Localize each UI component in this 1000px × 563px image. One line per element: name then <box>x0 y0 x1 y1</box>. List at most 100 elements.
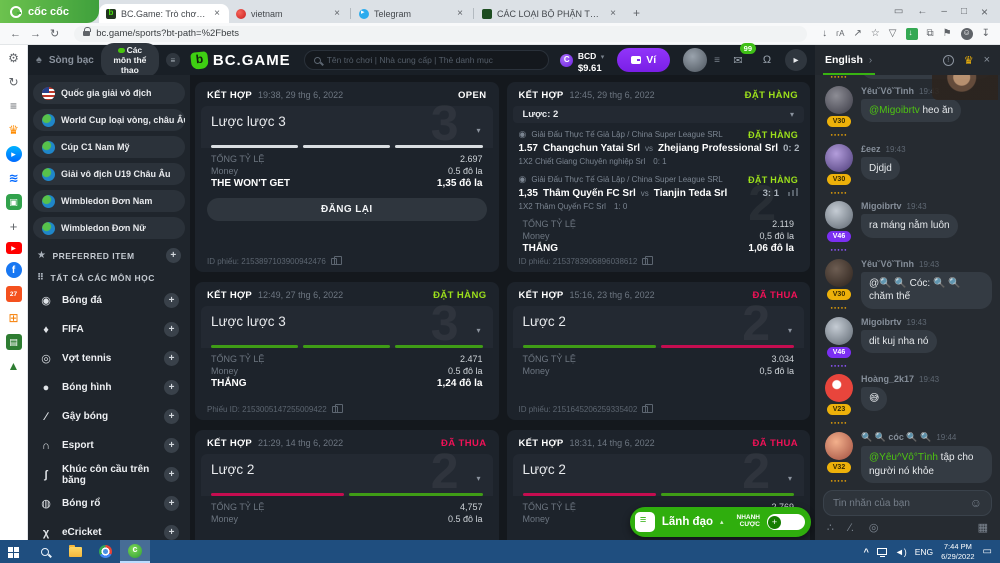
stats-icon[interactable] <box>788 188 798 196</box>
expand-sport-button[interactable] <box>164 322 179 337</box>
expand-caret-icon[interactable] <box>788 474 792 483</box>
translate-icon[interactable] <box>836 28 844 39</box>
leaderboard-widget[interactable]: Lãnh đạo NHANH CƯỢC <box>630 507 811 537</box>
wallet-button[interactable]: Ví <box>617 48 670 72</box>
sport-item[interactable]: Bóng đá <box>33 286 185 315</box>
chat-language-selector[interactable]: English <box>825 54 863 66</box>
copy-icon[interactable] <box>642 406 648 413</box>
league-item[interactable]: Giải vô địch U19 Châu Âu <box>33 163 185 185</box>
bet-summary-panel[interactable]: Lược lược 3 3 <box>201 106 493 148</box>
avatar[interactable] <box>825 201 853 229</box>
expand-sport-button[interactable] <box>164 293 179 308</box>
back-button[interactable] <box>10 28 21 40</box>
chrome-button[interactable] <box>90 540 120 563</box>
copy-icon[interactable] <box>332 406 338 413</box>
vip-progress-icon[interactable] <box>714 55 720 66</box>
profile-icon[interactable] <box>961 28 973 40</box>
tray-expand-icon[interactable] <box>864 547 869 557</box>
casino-tab[interactable]: Sòng bạc <box>49 55 94 66</box>
youtube-icon[interactable] <box>6 242 22 254</box>
close-window-button[interactable] <box>981 5 988 19</box>
url-box[interactable]: bc.game/sports?bt-path=%2Fbets <box>74 26 807 42</box>
preferred-section[interactable]: PREFERRED ITEM <box>37 248 181 263</box>
volume-icon[interactable] <box>895 547 907 557</box>
crown-icon[interactable] <box>6 122 22 138</box>
start-button[interactable] <box>0 540 30 563</box>
history-icon[interactable] <box>6 74 22 90</box>
reader-mode-icon[interactable] <box>894 6 903 17</box>
close-tab-icon[interactable]: × <box>212 8 222 19</box>
sport-item[interactable]: FIFA <box>33 315 185 344</box>
expand-sport-button[interactable] <box>164 525 179 540</box>
hamburger-menu-icon[interactable] <box>166 53 180 67</box>
tab-telegram[interactable]: Telegram × <box>352 4 472 23</box>
league-item[interactable]: World Cup loại vòng, châu Âu <box>33 109 185 131</box>
avatar[interactable] <box>825 144 853 172</box>
coccoc-taskbar-button[interactable] <box>120 540 150 563</box>
sport-item[interactable]: Khúc côn cầu trên băng <box>33 460 185 489</box>
chat-toggle-icon[interactable] <box>785 49 807 71</box>
copy-icon[interactable] <box>331 258 337 265</box>
chat-input[interactable] <box>833 498 964 509</box>
avatar[interactable] <box>825 259 853 287</box>
expand-sport-button[interactable] <box>164 467 179 482</box>
games-icon[interactable] <box>6 194 22 210</box>
avatar[interactable] <box>825 374 853 402</box>
match-row[interactable]: Giải Đấu Thực Tế Giả Lập / China Super L… <box>507 123 811 168</box>
tab-restore-icon[interactable] <box>917 6 927 17</box>
sport-item[interactable]: Vợt tennis <box>33 344 185 373</box>
tab-parts[interactable]: CÁC LOẠI BỘ PHẬN THỂ TH × <box>475 4 625 23</box>
save-page-icon[interactable] <box>822 28 827 39</box>
bcgame-logo[interactable]: BC.GAME <box>191 52 291 69</box>
downloads-icon[interactable] <box>982 28 990 39</box>
expand-sport-button[interactable] <box>164 380 179 395</box>
cart-icon[interactable] <box>6 310 22 326</box>
close-tab-icon[interactable]: × <box>455 8 465 19</box>
bet-summary-panel[interactable]: Lược lược 3 3 <box>201 306 493 348</box>
search-input[interactable] <box>327 55 539 65</box>
maximize-button[interactable] <box>961 6 967 17</box>
chat-input-box[interactable] <box>823 490 992 516</box>
user-avatar[interactable] <box>683 48 707 72</box>
league-item[interactable]: Quốc gia giải vô địch <box>33 82 185 104</box>
education-icon[interactable] <box>6 358 22 374</box>
currency-caret-icon[interactable]: ▾ <box>601 54 605 61</box>
download-extension-icon[interactable] <box>906 28 918 40</box>
emoji-icon[interactable] <box>970 496 982 510</box>
flag-icon[interactable] <box>943 28 952 39</box>
coccoc-menu-button[interactable]: cốc cốc <box>0 0 99 23</box>
league-item[interactable]: Wimbledon Đơn Nam <box>33 190 185 212</box>
messenger-icon[interactable] <box>6 146 22 162</box>
game-search[interactable] <box>304 50 549 70</box>
quick-bet-toggle[interactable] <box>767 514 805 530</box>
expand-sport-button[interactable] <box>164 409 179 424</box>
avatar[interactable] <box>825 432 853 460</box>
sport-item[interactable]: Bóng hình <box>33 373 185 402</box>
sports-tab[interactable]: Các môn thể thao <box>101 43 159 78</box>
lock-icon[interactable] <box>83 31 90 36</box>
match-row[interactable]: Giải Đấu Thực Tế Giả Lập / China Super L… <box>507 168 811 213</box>
zalo-icon[interactable] <box>6 170 22 186</box>
input-language[interactable]: ENG <box>915 547 933 557</box>
sport-item[interactable]: Gậy bóng <box>33 402 185 431</box>
notification-center-icon[interactable] <box>983 546 992 557</box>
close-tab-icon[interactable]: × <box>332 8 342 19</box>
avatar[interactable] <box>825 86 853 114</box>
calendar-icon[interactable] <box>6 286 22 302</box>
adblock-icon[interactable] <box>889 28 897 39</box>
extensions-icon[interactable] <box>927 28 934 39</box>
chevron-right-icon[interactable] <box>869 55 872 66</box>
settings-icon[interactable] <box>6 50 22 66</box>
copy-icon[interactable] <box>642 258 648 265</box>
new-tab-button[interactable]: + <box>625 6 648 23</box>
bet-summary-panel[interactable]: Lược: 2 <box>513 106 805 123</box>
clock[interactable]: 7:44 PM6/29/2022 <box>941 542 974 561</box>
league-item[interactable]: Wimbledon Đơn Nữ <box>33 217 185 239</box>
expand-caret-icon[interactable] <box>476 474 480 483</box>
tab-bcgame[interactable]: BC.Game: Trò chơi sòng bạc × <box>99 4 229 23</box>
messages-icon[interactable]: 99 <box>727 49 749 71</box>
rain-icon[interactable] <box>827 521 834 534</box>
collapse-caret-icon[interactable] <box>790 110 794 119</box>
rebet-button[interactable]: ĐĂNG LẠI <box>207 198 487 221</box>
commands-icon[interactable] <box>849 522 854 534</box>
